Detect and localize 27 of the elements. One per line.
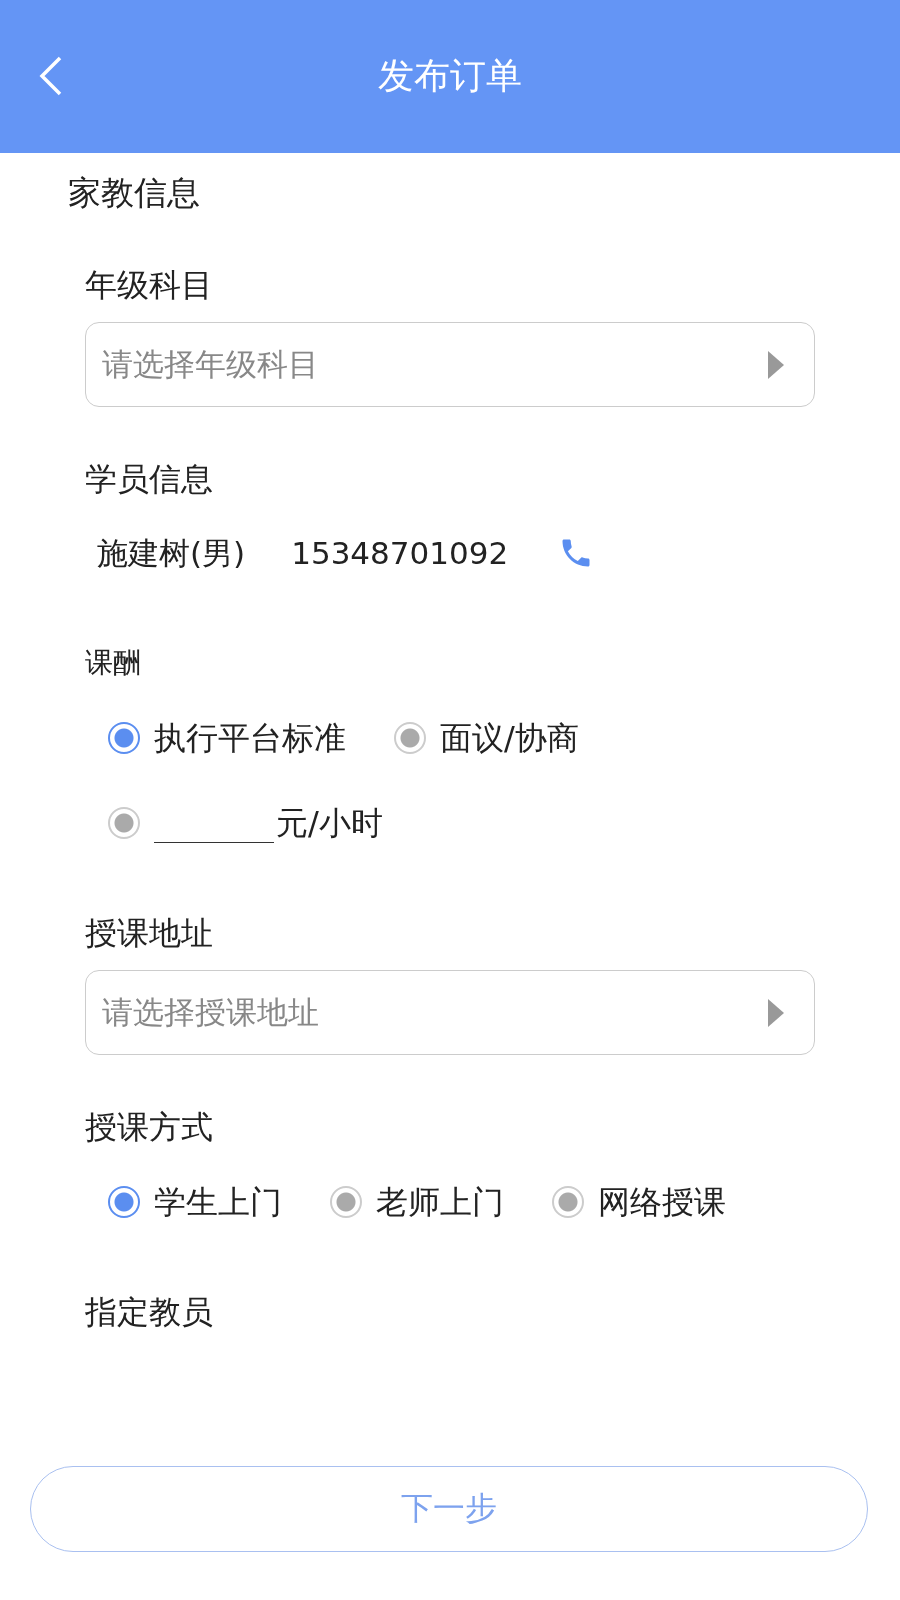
radio-button[interactable] bbox=[330, 1186, 362, 1218]
student-name: 施建树(男) bbox=[97, 534, 246, 573]
radio-button[interactable] bbox=[108, 1186, 140, 1218]
select-field[interactable]: 请选择年级科目 bbox=[85, 322, 815, 407]
radio-option[interactable]: 面议/协商 bbox=[394, 718, 579, 758]
radio-option[interactable]: 网络授课 bbox=[552, 1182, 726, 1222]
field-label: 指定教员 bbox=[85, 1292, 214, 1332]
section-title: 家教信息 bbox=[68, 173, 201, 213]
radio-button[interactable] bbox=[108, 806, 140, 839]
radio-option[interactable]: 老师上门 bbox=[330, 1182, 504, 1222]
phone-number: 15348701092 bbox=[291, 534, 509, 573]
radio-option[interactable]: 执行平台标准 bbox=[108, 718, 346, 758]
triangle-icon bbox=[768, 350, 784, 379]
radio-option[interactable]: 学生上门 bbox=[108, 1182, 282, 1222]
field-label: 学员信息 bbox=[85, 459, 214, 499]
field-label: 授课方式 bbox=[85, 1107, 214, 1147]
select-field[interactable]: 请选择授课地址 bbox=[85, 970, 815, 1055]
back-icon[interactable] bbox=[38, 56, 64, 96]
radio-button[interactable] bbox=[552, 1186, 584, 1218]
radio-button[interactable] bbox=[394, 722, 426, 754]
unit-label: 元/小时 bbox=[276, 802, 383, 843]
triangle-icon bbox=[768, 998, 784, 1027]
field-label: 年级科目 bbox=[85, 265, 214, 305]
field-label: 课酬 bbox=[85, 645, 142, 681]
page-title: 发布订单 bbox=[378, 54, 522, 98]
field-label: 授课地址 bbox=[85, 913, 214, 953]
radio-button[interactable] bbox=[108, 722, 140, 754]
